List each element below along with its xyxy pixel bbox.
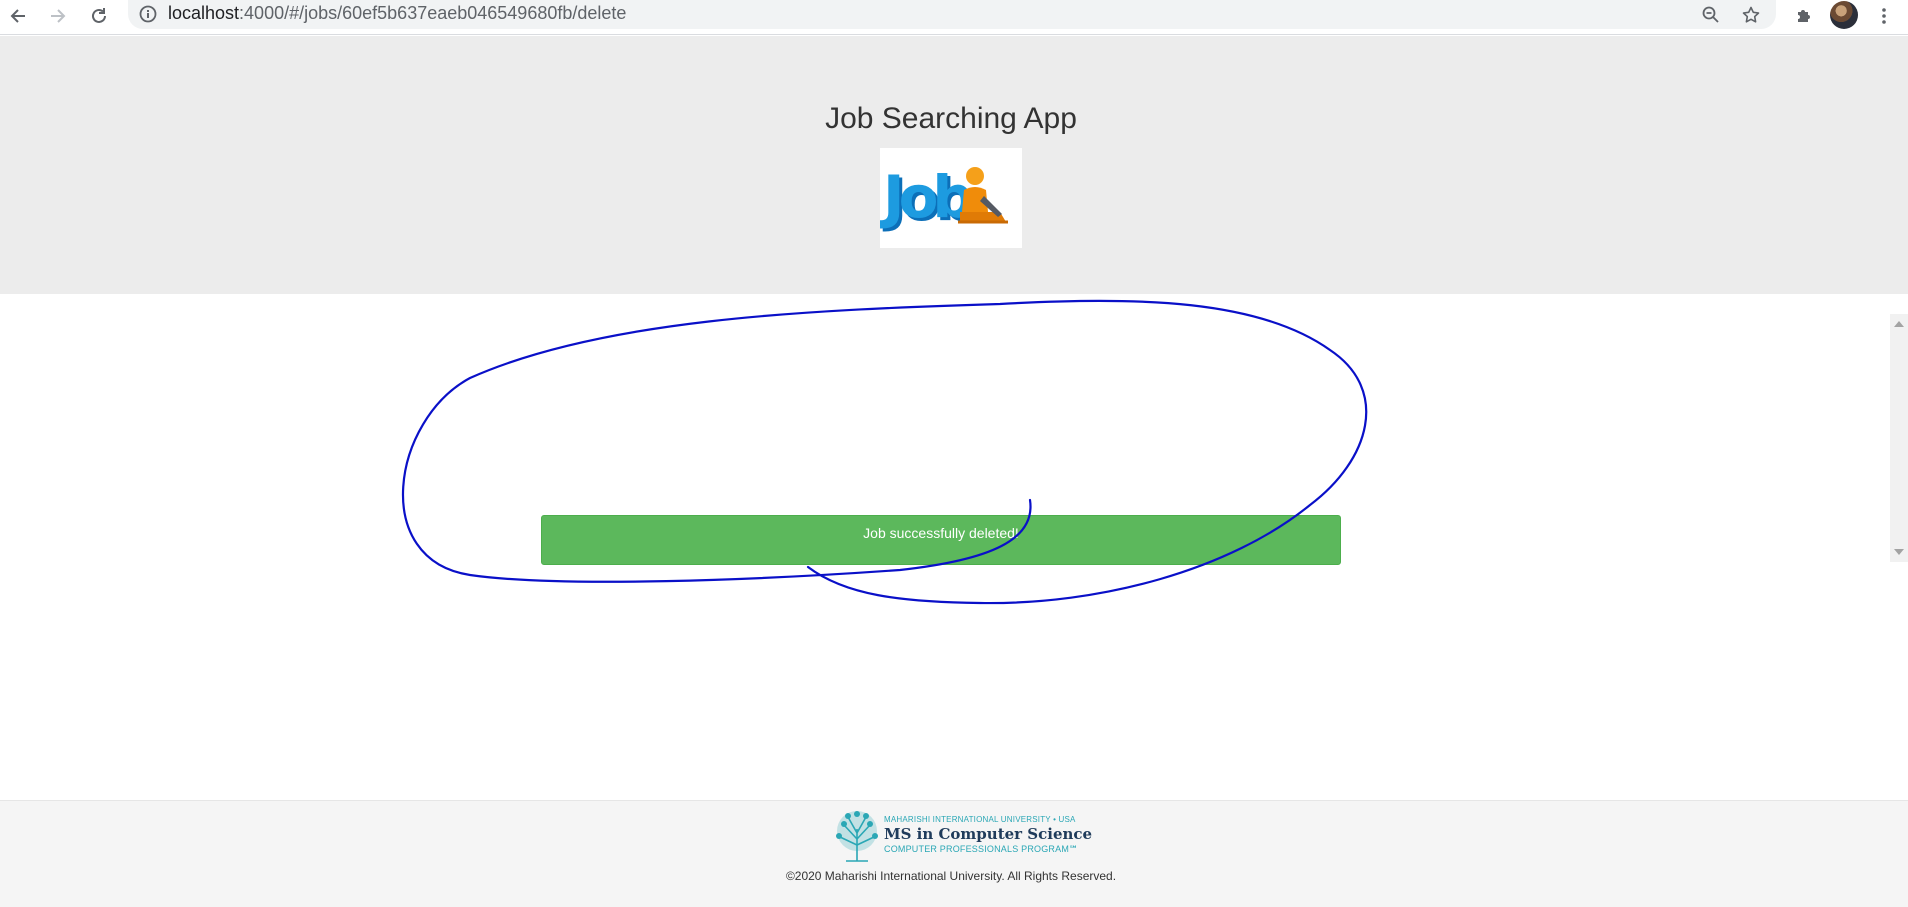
reload-button[interactable] <box>85 2 113 30</box>
bookmark-star-icon <box>1742 6 1760 23</box>
url-host: localhost <box>168 3 240 23</box>
success-alert: Job successfully deleted! <box>541 515 1341 565</box>
scroll-up-arrow[interactable] <box>1894 321 1904 327</box>
mscs-logo: MAHARISHI INTERNATIONAL UNIVERSITY • USA… <box>832 809 1092 865</box>
extensions-button[interactable] <box>1790 2 1818 30</box>
forward-button[interactable] <box>44 2 72 30</box>
program-title: MS in Computer Science <box>884 825 1093 843</box>
content-scrollbar[interactable] <box>1890 314 1908 562</box>
scroll-down-arrow[interactable] <box>1894 549 1904 555</box>
copyright-text: ©2020 Maharishi International University… <box>785 869 1117 883</box>
app-title: Job Searching App <box>825 102 1077 135</box>
program-subtitle: COMPUTER PROFESSIONALS PROGRAM℠ <box>884 844 1079 854</box>
bookmark-button[interactable] <box>1738 2 1764 28</box>
zoom-button[interactable] <box>1698 2 1724 28</box>
job-logo: Job Job <box>879 148 1022 248</box>
main-content: Job successfully deleted! <box>0 294 1908 800</box>
address-bar[interactable]: localhost:4000/#/jobs/60ef5b637eaeb04654… <box>128 0 1776 29</box>
back-arrow-icon <box>10 9 25 23</box>
back-button[interactable] <box>4 2 32 30</box>
browser-menu-button[interactable] <box>1870 2 1898 30</box>
app-header: Job Searching App Job Job <box>0 36 1908 294</box>
profile-avatar[interactable] <box>1830 1 1858 29</box>
forward-arrow-icon <box>51 9 66 23</box>
info-icon[interactable] <box>138 4 158 24</box>
alert-message: Job successfully deleted! <box>863 525 1019 541</box>
reload-icon <box>92 8 106 23</box>
page-footer: MAHARISHI INTERNATIONAL UNIVERSITY • USA… <box>0 800 1908 907</box>
svg-text:Job: Job <box>880 163 971 231</box>
url-text[interactable]: localhost:4000/#/jobs/60ef5b637eaeb04654… <box>168 3 626 24</box>
menu-kebab-icon <box>1882 8 1886 24</box>
extensions-puzzle-icon <box>1798 10 1810 22</box>
tree-logo-icon <box>836 811 878 862</box>
url-path: :4000/#/jobs/60ef5b637eaeb046549680fb/de… <box>239 3 627 23</box>
university-line: MAHARISHI INTERNATIONAL UNIVERSITY • USA <box>884 815 1076 824</box>
zoom-out-icon <box>1702 6 1719 23</box>
browser-toolbar: localhost:4000/#/jobs/60ef5b637eaeb04654… <box>0 0 1908 35</box>
